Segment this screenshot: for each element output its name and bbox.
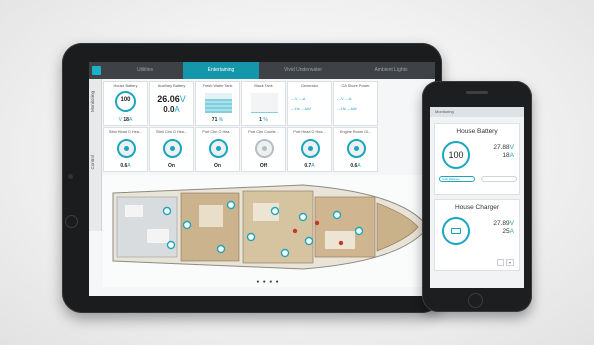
control-value: 0.6A [120, 163, 131, 169]
tile-title: Stbd Head O Hea... [108, 130, 143, 134]
phone-header: Monitoring [430, 107, 524, 117]
house-charger-card[interactable]: House Charger 27.89V 25A ▾ [434, 199, 520, 271]
tab-utilities[interactable]: Utilities [107, 62, 183, 79]
control-value: 0.7A [304, 163, 315, 169]
voltage-value: 27.89 [493, 220, 510, 227]
fresh-water-tank-graphic [205, 93, 232, 113]
generator-row: ---Hz ---kW [291, 106, 311, 111]
switch-icon[interactable] [163, 139, 182, 158]
generator-row: ---V ---A [291, 96, 306, 101]
dimmer-knob-icon[interactable] [301, 139, 320, 158]
voltage-unit: V [509, 144, 514, 151]
speaker-icon [466, 91, 488, 94]
tile-house-battery[interactable]: House Battery 100 V 18A [103, 81, 148, 126]
sidebar-item-monitoring[interactable]: Monitoring [90, 91, 95, 112]
gauge-value: 100 [120, 97, 131, 103]
boat-floorplan: ● ● ● ● [103, 175, 433, 287]
tab-entertaining[interactable]: Entertaining [183, 62, 259, 79]
card-title: House Charger [454, 204, 500, 211]
switch-icon[interactable] [255, 139, 274, 158]
home-button[interactable] [468, 293, 483, 308]
charger-icon [442, 217, 470, 245]
tank-percent: 71 % [211, 117, 224, 123]
tile-title: Port Head O Hea... [293, 130, 326, 134]
dimmer-knob-icon[interactable] [117, 139, 136, 158]
shore-row: ---Hz ---kW [337, 106, 357, 111]
current-value: 18 [502, 152, 510, 159]
tile-title: Generator [300, 84, 319, 88]
dimmer-knob-icon[interactable] [347, 139, 366, 158]
tab-ambient-lights[interactable]: Ambient Lights [347, 62, 435, 79]
battery-readout: V 18A [104, 117, 147, 123]
tank-fill [251, 112, 278, 113]
auto-balance-toggle[interactable]: Auto Balance [439, 176, 475, 182]
tile-auxiliary-battery[interactable]: Auxiliary Battery 26.06V 0.0A [149, 81, 194, 126]
current-value: 25 [502, 228, 510, 235]
control-tile[interactable]: Engine Room Ol... 0.6A [333, 127, 378, 172]
control-tile[interactable]: Stbd Head O Hea... 0.6A [103, 127, 148, 172]
tile-title: Fresh Water Tank [202, 84, 233, 88]
tank-percent: 1 % [259, 117, 268, 123]
card-title: House Battery [456, 128, 498, 135]
tablet-screen: Utilities Entertaining Vivid Underwater … [89, 62, 435, 296]
battery-icon [451, 228, 461, 234]
current-unit: A [128, 117, 133, 123]
voltage-unit: V [509, 220, 514, 227]
tile-black-tank[interactable]: Black Tank 1 % [241, 81, 286, 126]
yacht-deck-plan [112, 184, 429, 270]
tile-title: Stbd Cbn O Hea... [155, 130, 188, 134]
black-tank-graphic [251, 93, 278, 113]
control-button: ▾ [505, 259, 514, 266]
gauge-value: 100 [448, 150, 464, 160]
tablet-device: Utilities Entertaining Vivid Underwater … [62, 43, 442, 313]
current-unit: A [509, 152, 514, 159]
aux-voltage: 26.06V [157, 94, 186, 104]
house-battery-card[interactable]: House Battery 100 27.88V 18A Auto Balanc… [434, 123, 520, 195]
battery-gauge: 100 [115, 91, 136, 112]
tile-title: Port Cbn Courte... [248, 130, 279, 134]
tank-fill [205, 98, 232, 113]
control-tile[interactable]: Port Cbn O Hea... On [195, 127, 240, 172]
sidebar-item-control[interactable]: Control [90, 155, 95, 170]
control-button [496, 259, 504, 266]
aux-current: 0.0A [163, 105, 180, 114]
control-value: On [168, 163, 175, 169]
tile-fresh-water-tank[interactable]: Fresh Water Tank 71 % [195, 81, 240, 126]
menu-icon[interactable] [92, 66, 101, 75]
tab-vivid-underwater[interactable]: Vivid Underwater [259, 62, 347, 79]
tile-title: House Battery [113, 84, 138, 88]
charger-controls[interactable]: ▾ [495, 259, 514, 266]
camera-icon [68, 174, 73, 179]
voltage-value: 27.88 [493, 144, 510, 151]
control-tile[interactable]: Port Cbn Courte... Off [241, 127, 286, 172]
battery-gauge: 100 [442, 141, 470, 169]
control-value: On [214, 163, 221, 169]
tile-shore-power[interactable]: OA Shore Power ---V ---A ---Hz ---kW [333, 81, 378, 126]
home-button[interactable] [65, 215, 78, 228]
tile-title: Port Cbn O Hea... [202, 130, 233, 134]
phone-header-title: Monitoring [435, 109, 454, 114]
secondary-toggle[interactable] [481, 176, 517, 182]
charger-readouts: 27.89V 25A [493, 220, 514, 236]
page-indicator[interactable]: ● ● ● ● [103, 279, 433, 285]
tile-title: Black Tank [254, 84, 273, 88]
shore-row: ---V ---A [337, 96, 352, 101]
control-tile[interactable]: Stbd Cbn O Hea... On [149, 127, 194, 172]
tile-title: Engine Room Ol... [339, 130, 372, 134]
tile-title: Auxiliary Battery [157, 84, 186, 88]
control-value: Off [259, 163, 268, 169]
voltage-unit: V [118, 117, 123, 123]
tab-bar: Utilities Entertaining Vivid Underwater … [89, 62, 435, 79]
control-tile[interactable]: Port Head O Hea... 0.7A [287, 127, 332, 172]
phone-device: Monitoring House Battery 100 27.88V 18A … [422, 81, 532, 312]
phone-screen: Monitoring House Battery 100 27.88V 18A … [430, 107, 524, 288]
tile-title: OA Shore Power [341, 84, 370, 88]
battery-readouts: 27.88V 18A [493, 144, 514, 160]
current-unit: A [509, 228, 514, 235]
switch-icon[interactable] [209, 139, 228, 158]
tile-generator[interactable]: Generator ---V ---A ---Hz ---kW [287, 81, 332, 126]
sidebar: Monitoring Control [89, 79, 102, 231]
control-value: 0.6A [350, 163, 361, 169]
